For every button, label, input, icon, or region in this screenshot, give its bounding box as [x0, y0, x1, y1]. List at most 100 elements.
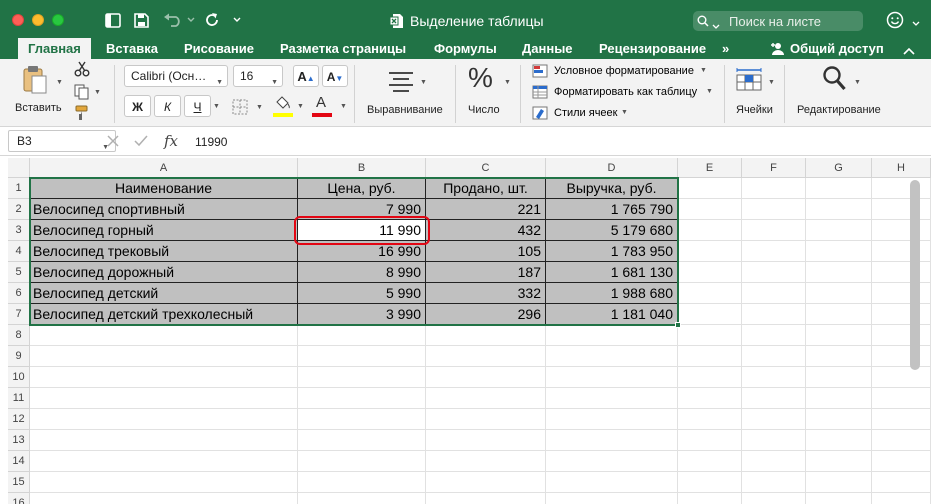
empty-cell[interactable] — [806, 241, 872, 262]
column-header-c[interactable]: C — [426, 158, 546, 178]
row-header-6[interactable]: 6 — [8, 283, 30, 304]
empty-cell[interactable] — [678, 199, 742, 220]
empty-cell[interactable] — [742, 493, 806, 504]
table-cell[interactable]: 432 — [426, 220, 546, 241]
format-as-table-button[interactable]: Форматировать как таблицу ▼ — [532, 83, 714, 101]
empty-cell[interactable] — [742, 241, 806, 262]
underline-dropdown-icon[interactable]: ▼ — [213, 103, 220, 110]
fill-handle[interactable] — [675, 322, 681, 328]
borders-button[interactable]: ▼ — [230, 97, 263, 117]
redo-icon[interactable] — [203, 10, 221, 30]
column-header-h[interactable]: H — [872, 158, 931, 178]
empty-cell[interactable] — [546, 409, 678, 430]
empty-cell[interactable] — [872, 304, 931, 325]
tab-formulas[interactable]: Формулы — [434, 38, 497, 59]
sidebar-toggle-icon[interactable] — [104, 10, 122, 30]
table-header-cell[interactable]: Наименование — [30, 178, 298, 199]
increase-font-size-button[interactable]: A▲ — [293, 65, 319, 87]
column-header-b[interactable]: B — [298, 158, 426, 178]
close-window-button[interactable] — [12, 14, 24, 26]
table-cell[interactable]: 1 681 130 — [546, 262, 678, 283]
font-size-combobox[interactable]: 16 ▼ — [233, 65, 283, 87]
empty-cell[interactable] — [298, 346, 426, 367]
empty-cell[interactable] — [30, 472, 298, 493]
empty-cell[interactable] — [678, 493, 742, 504]
empty-cell[interactable] — [872, 178, 931, 199]
column-header-g[interactable]: G — [806, 158, 872, 178]
empty-cell[interactable] — [426, 367, 546, 388]
empty-cell[interactable] — [678, 346, 742, 367]
table-cell[interactable]: Велосипед детский — [30, 283, 298, 304]
undo-icon[interactable] — [162, 10, 184, 30]
empty-cell[interactable] — [30, 451, 298, 472]
empty-cell[interactable] — [298, 409, 426, 430]
table-cell[interactable]: 1 988 680 — [546, 283, 678, 304]
row-header-5[interactable]: 5 — [8, 262, 30, 283]
table-cell[interactable]: Велосипед дорожный — [30, 262, 298, 283]
empty-cell[interactable] — [546, 388, 678, 409]
table-cell[interactable]: 105 — [426, 241, 546, 262]
table-header-cell[interactable]: Выручка, руб. — [546, 178, 678, 199]
empty-cell[interactable] — [30, 430, 298, 451]
empty-cell[interactable] — [806, 472, 872, 493]
underline-button[interactable]: Ч — [184, 95, 211, 117]
empty-cell[interactable] — [546, 451, 678, 472]
table-cell[interactable]: Велосипед детский трехколесный — [30, 304, 298, 325]
empty-cell[interactable] — [742, 262, 806, 283]
vertical-scrollbar[interactable] — [910, 180, 920, 370]
empty-cell[interactable] — [678, 325, 742, 346]
format-painter-icon[interactable] — [74, 105, 90, 126]
row-header-9[interactable]: 9 — [8, 346, 30, 367]
empty-cell[interactable] — [678, 388, 742, 409]
search-sheet-box[interactable]: Поиск на листе — [693, 11, 863, 31]
table-cell[interactable]: 1 181 040 — [546, 304, 678, 325]
column-header-e[interactable]: E — [678, 158, 742, 178]
name-box[interactable]: B3 ▼ — [8, 130, 116, 152]
empty-cell[interactable] — [426, 430, 546, 451]
empty-cell[interactable] — [678, 262, 742, 283]
empty-cell[interactable] — [806, 346, 872, 367]
empty-cell[interactable] — [872, 346, 931, 367]
empty-cell[interactable] — [426, 388, 546, 409]
row-header-11[interactable]: 11 — [8, 388, 30, 409]
empty-cell[interactable] — [806, 430, 872, 451]
empty-cell[interactable] — [742, 325, 806, 346]
row-header-13[interactable]: 13 — [8, 430, 30, 451]
empty-cell[interactable] — [872, 241, 931, 262]
empty-cell[interactable] — [806, 367, 872, 388]
empty-cell[interactable] — [742, 199, 806, 220]
empty-cell[interactable] — [426, 346, 546, 367]
empty-cell[interactable] — [546, 325, 678, 346]
empty-cell[interactable] — [872, 409, 931, 430]
empty-cell[interactable] — [806, 388, 872, 409]
tab-review[interactable]: Рецензирование — [599, 38, 706, 59]
row-header-7[interactable]: 7 — [8, 304, 30, 325]
row-header-14[interactable]: 14 — [8, 451, 30, 472]
zoom-window-button[interactable] — [52, 14, 64, 26]
empty-cell[interactable] — [678, 472, 742, 493]
undo-dropdown-icon[interactable] — [186, 10, 196, 30]
empty-cell[interactable] — [30, 388, 298, 409]
empty-cell[interactable] — [872, 430, 931, 451]
tab-home[interactable]: Главная — [18, 38, 91, 60]
table-cell[interactable]: 7 990 — [298, 199, 426, 220]
active-cell[interactable]: 11 990 — [298, 220, 426, 241]
paste-button[interactable]: ▼ Вставить — [15, 63, 63, 121]
empty-cell[interactable] — [806, 325, 872, 346]
row-header-8[interactable]: 8 — [8, 325, 30, 346]
empty-cell[interactable] — [298, 493, 426, 504]
empty-cell[interactable] — [806, 304, 872, 325]
column-header-a[interactable]: A — [30, 158, 298, 178]
paste-dropdown-icon[interactable]: ▼ — [56, 79, 63, 86]
empty-cell[interactable] — [298, 451, 426, 472]
empty-cell[interactable] — [298, 430, 426, 451]
cut-icon[interactable] — [74, 61, 90, 82]
empty-cell[interactable] — [678, 304, 742, 325]
copy-dropdown-icon[interactable]: ▼ — [94, 89, 101, 96]
empty-cell[interactable] — [872, 388, 931, 409]
table-cell[interactable]: 5 179 680 — [546, 220, 678, 241]
alignment-button[interactable]: ▼ Выравнивание — [362, 63, 448, 121]
table-header-cell[interactable]: Цена, руб. — [298, 178, 426, 199]
empty-cell[interactable] — [742, 304, 806, 325]
row-header-1[interactable]: 1 — [8, 178, 30, 199]
